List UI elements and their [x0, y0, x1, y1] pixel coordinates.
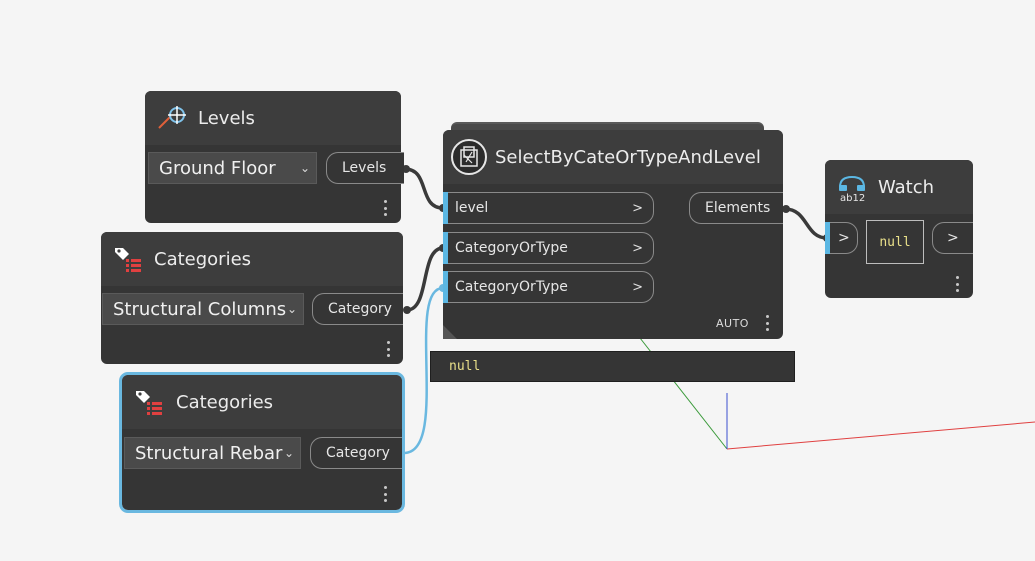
expand-arrow-icon: >: [838, 230, 850, 246]
chevron-down-icon: ⌄: [299, 161, 310, 175]
dropdown-value: Structural Rebar: [135, 442, 283, 464]
port-label: Elements: [705, 200, 771, 216]
category-dropdown[interactable]: Structural Columns ⌄: [102, 293, 304, 325]
wire-levels-to-level[interactable]: [404, 167, 444, 210]
node-menu-icon[interactable]: [387, 341, 391, 357]
port-label: Category: [326, 445, 390, 461]
input-port-category-or-type-1[interactable]: CategoryOrType >: [448, 232, 654, 264]
svg-text:ab12: ab12: [840, 193, 865, 203]
output-port-levels[interactable]: Levels: [326, 152, 404, 184]
input-port-level[interactable]: level >: [448, 192, 654, 224]
wire-columns-to-category[interactable]: [406, 246, 444, 312]
node-title: Watch: [878, 176, 935, 198]
node-menu-icon[interactable]: [384, 486, 388, 502]
category-tag-list-icon: [113, 244, 143, 274]
node-title: Levels: [198, 107, 255, 129]
input-port-category-or-type-2[interactable]: CategoryOrType >: [448, 271, 654, 303]
expand-arrow-icon[interactable]: >: [632, 280, 643, 295]
level-dropdown[interactable]: Ground Floor ⌄: [148, 152, 317, 184]
custom-node-icon: [450, 138, 488, 176]
resize-corner-icon[interactable]: [443, 325, 457, 339]
watch-ab12-icon: ab12: [837, 173, 867, 204]
port-label: level: [455, 200, 489, 216]
output-port-elements[interactable]: Elements: [689, 192, 783, 224]
categories-node-selected[interactable]: Categories Structural Rebar ⌄ Category: [119, 372, 405, 513]
node-preview-bubble[interactable]: null: [430, 351, 795, 382]
level-crosshair-icon: [157, 104, 187, 132]
node-header[interactable]: Categories: [122, 375, 402, 429]
watch-value: null: [879, 234, 911, 250]
watch-input-port[interactable]: >: [830, 222, 858, 254]
node-menu-icon[interactable]: [766, 315, 770, 331]
output-port-category[interactable]: Category: [310, 437, 402, 469]
node-header[interactable]: ab12 Watch: [825, 160, 973, 214]
node-header[interactable]: Levels: [145, 91, 401, 145]
port-label: CategoryOrType: [455, 240, 568, 256]
output-port-category[interactable]: Category: [312, 293, 403, 325]
preview-value: null: [449, 359, 481, 374]
categories-node[interactable]: Categories Structural Columns ⌄ Category: [101, 232, 403, 364]
graph-canvas[interactable]: Levels Ground Floor ⌄ Levels Categories …: [0, 0, 1035, 561]
levels-node[interactable]: Levels Ground Floor ⌄ Levels: [145, 91, 404, 223]
node-menu-icon[interactable]: [384, 200, 388, 216]
node-header[interactable]: SelectByCateOrTypeAndLevel: [443, 130, 783, 184]
node-title: SelectByCateOrTypeAndLevel: [495, 146, 761, 168]
dropdown-value: Structural Columns: [113, 298, 287, 320]
node-title: Categories: [154, 248, 252, 270]
expand-arrow-icon: >: [947, 230, 959, 246]
chevron-down-icon: ⌄: [286, 302, 297, 316]
select-by-category-level-node[interactable]: SelectByCateOrTypeAndLevel level > Categ…: [443, 130, 783, 339]
wire-elements-to-watch[interactable]: [784, 207, 828, 240]
node-header[interactable]: Categories: [101, 232, 403, 286]
category-tag-list-icon: [134, 387, 164, 417]
category-dropdown[interactable]: Structural Rebar ⌄: [124, 437, 301, 469]
lacing-label[interactable]: AUTO: [716, 317, 749, 330]
axis-x-line: [726, 421, 1035, 450]
expand-arrow-icon[interactable]: >: [632, 241, 643, 256]
watch-output-port[interactable]: >: [932, 222, 973, 254]
watch-value-box[interactable]: null: [866, 220, 924, 264]
node-menu-icon[interactable]: [956, 276, 960, 292]
port-label: Levels: [342, 160, 387, 176]
node-title: Categories: [176, 391, 274, 413]
dropdown-value: Ground Floor: [159, 157, 276, 179]
chevron-down-icon: ⌄: [283, 446, 294, 460]
watch-node[interactable]: ab12 Watch > null >: [825, 160, 973, 298]
port-label: CategoryOrType: [455, 279, 568, 295]
expand-arrow-icon[interactable]: >: [632, 201, 643, 216]
port-label: Category: [328, 301, 392, 317]
